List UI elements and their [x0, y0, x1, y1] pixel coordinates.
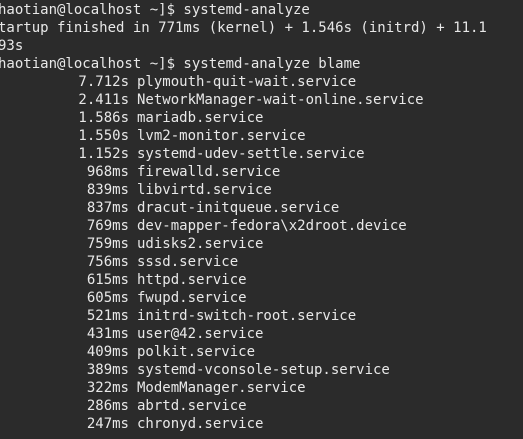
blame-unit: fwupd.service: [137, 290, 247, 306]
blame-unit: systemd-udev-settle.service: [137, 146, 365, 162]
blame-row: 769ms dev-mapper-fedora\x2droot.device: [0, 217, 523, 235]
blame-time: 769ms: [86, 218, 129, 234]
blame-row: 756ms sssd.service: [0, 253, 523, 271]
prompt-line: haotian@localhost ~]$ systemd-analyze bl…: [0, 56, 361, 72]
blame-time: 389ms: [86, 362, 129, 378]
blame-row: 7.712s plymouth-quit-wait.service: [0, 73, 523, 91]
blame-unit: systemd-vconsole-setup.service: [137, 362, 390, 378]
blame-row: 431ms user@42.service: [0, 325, 523, 343]
output-line: tartup finished in 771ms (kernel) + 1.54…: [0, 20, 487, 36]
blame-time: 247ms: [86, 416, 129, 432]
blame-row: 1.152s systemd-udev-settle.service: [0, 145, 523, 163]
blame-unit: libvirtd.service: [137, 182, 272, 198]
blame-row: 389ms systemd-vconsole-setup.service: [0, 361, 523, 379]
blame-unit: initrd-switch-root.service: [137, 308, 357, 324]
blame-unit: chronyd.service: [137, 416, 264, 432]
blame-unit: user@42.service: [137, 326, 264, 342]
blame-row: 837ms dracut-initqueue.service: [0, 199, 523, 217]
blame-row: 968ms firewalld.service: [0, 163, 523, 181]
blame-time: 839ms: [86, 182, 129, 198]
blame-time: 837ms: [86, 200, 129, 216]
blame-unit: lvm2-monitor.service: [137, 128, 306, 144]
blame-time: 1.586s: [78, 110, 129, 126]
blame-row: 1.586s mariadb.service: [0, 109, 523, 127]
output-line: 93s: [0, 38, 24, 54]
blame-row: 322ms ModemManager.service: [0, 379, 523, 397]
blame-row: 247ms chronyd.service: [0, 415, 523, 433]
blame-time: 7.712s: [78, 74, 129, 90]
prompt-line: haotian@localhost ~]$ systemd-analyze: [0, 2, 310, 18]
blame-time: 756ms: [86, 254, 129, 270]
blame-unit: firewalld.service: [137, 164, 281, 180]
blame-time: 322ms: [86, 380, 129, 396]
blame-row: 839ms libvirtd.service: [0, 181, 523, 199]
blame-row: 759ms udisks2.service: [0, 235, 523, 253]
blame-time: 286ms: [86, 398, 129, 414]
blame-unit: httpd.service: [137, 272, 247, 288]
blame-row: 286ms abrtd.service: [0, 397, 523, 415]
blame-time: 968ms: [86, 164, 129, 180]
blame-unit: polkit.service: [137, 344, 256, 360]
blame-unit: plymouth-quit-wait.service: [137, 74, 357, 90]
blame-row: 1.550s lvm2-monitor.service: [0, 127, 523, 145]
blame-time: 431ms: [86, 326, 129, 342]
blame-time: 605ms: [86, 290, 129, 306]
blame-unit: dev-mapper-fedora\x2droot.device: [137, 218, 407, 234]
blame-row: 605ms fwupd.service: [0, 289, 523, 307]
blame-unit: mariadb.service: [137, 110, 264, 126]
blame-row: 2.411s NetworkManager-wait-online.service: [0, 91, 523, 109]
blame-time: 1.152s: [78, 146, 129, 162]
blame-unit: sssd.service: [137, 254, 239, 270]
blame-unit: dracut-initqueue.service: [137, 200, 340, 216]
blame-time: 1.550s: [78, 128, 129, 144]
blame-time: 615ms: [86, 272, 129, 288]
blame-row: 521ms initrd-switch-root.service: [0, 307, 523, 325]
terminal-window[interactable]: haotian@localhost ~]$ systemd-analyze ta…: [0, 0, 523, 439]
blame-unit: abrtd.service: [137, 398, 247, 414]
blame-time: 409ms: [86, 344, 129, 360]
blame-unit: NetworkManager-wait-online.service: [137, 92, 424, 108]
blame-time: 2.411s: [78, 92, 129, 108]
blame-row: 409ms polkit.service: [0, 343, 523, 361]
blame-time: 521ms: [86, 308, 129, 324]
blame-time: 759ms: [86, 236, 129, 252]
blame-unit: ModemManager.service: [137, 380, 306, 396]
blame-row: 615ms httpd.service: [0, 271, 523, 289]
blame-unit: udisks2.service: [137, 236, 264, 252]
